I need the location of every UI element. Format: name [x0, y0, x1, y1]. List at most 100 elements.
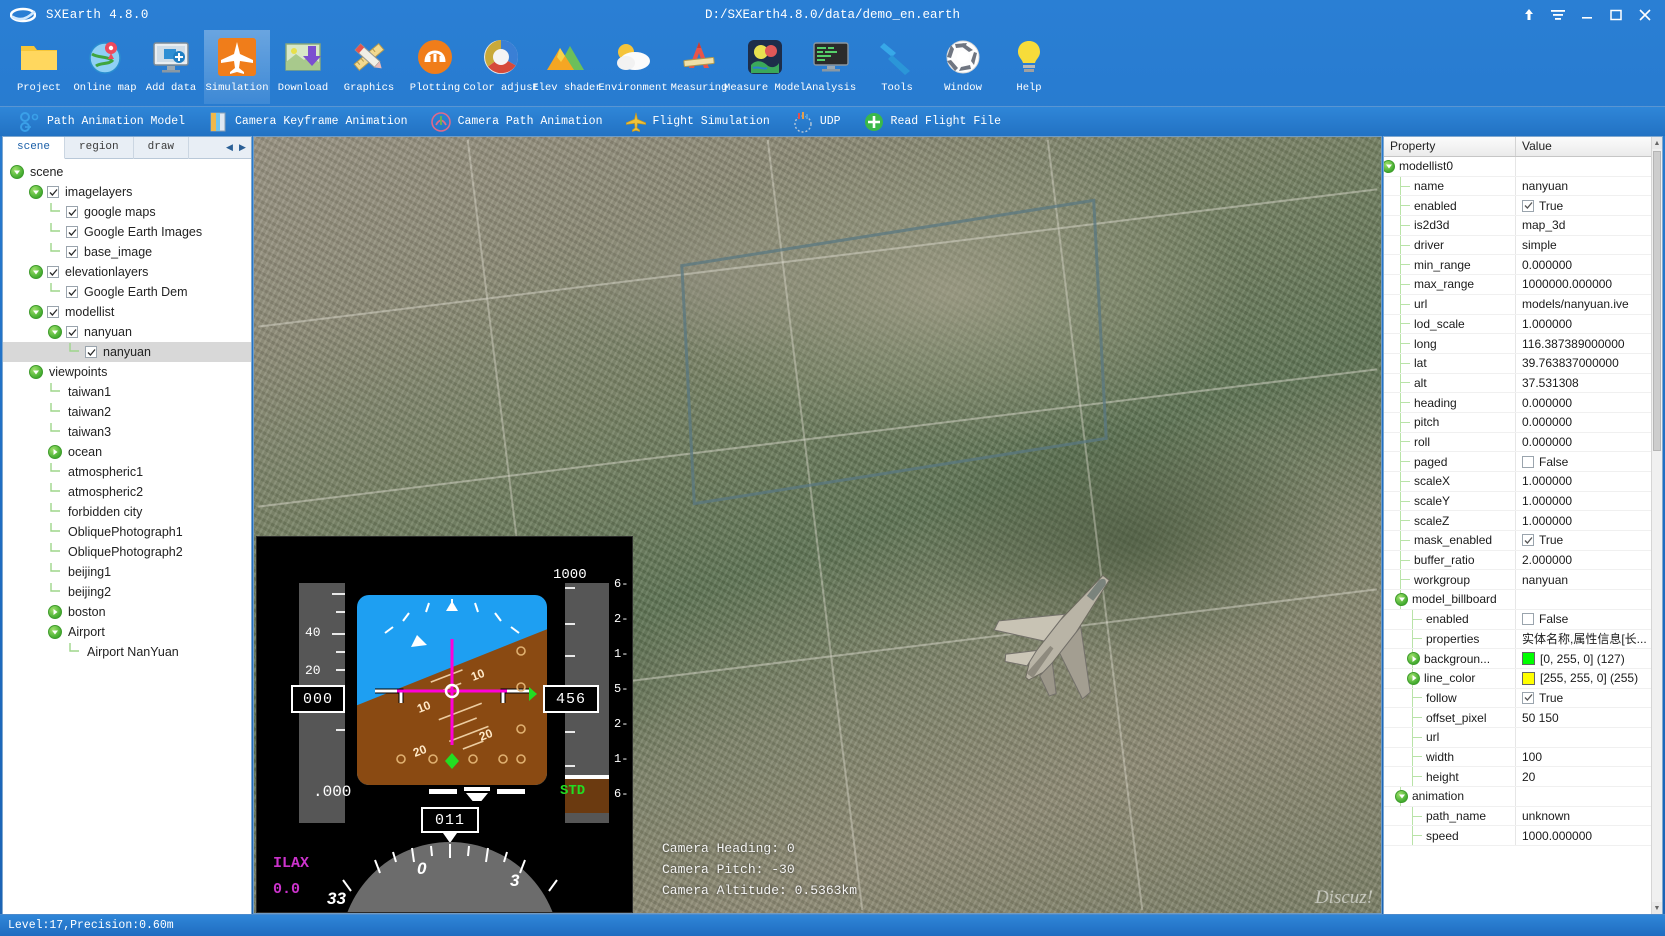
property-value-cell[interactable]: 0.000000	[1516, 396, 1662, 410]
tree-checkbox[interactable]	[66, 326, 78, 338]
property-value-cell[interactable]: 1.000000	[1516, 317, 1662, 331]
scrollbar-thumb[interactable]	[1653, 151, 1661, 451]
ribbon-item-environment[interactable]: Environment	[598, 30, 668, 104]
property-value-cell[interactable]: nanyuan	[1516, 573, 1662, 587]
property-row[interactable]: heading 0.000000	[1384, 393, 1662, 413]
menu-icon[interactable]	[1550, 7, 1566, 23]
property-checkbox[interactable]	[1522, 199, 1534, 212]
tree-twisty-open-icon[interactable]	[29, 265, 43, 279]
tree-item[interactable]: scene	[3, 162, 251, 182]
property-value-cell[interactable]: models/nanyuan.ive	[1516, 297, 1662, 311]
scene-tree[interactable]: scene imagelayers google maps Google Earth …	[3, 159, 251, 914]
property-twisty-closed-icon[interactable]	[1407, 671, 1420, 685]
property-row[interactable]: scaleZ 1.000000	[1384, 511, 1662, 532]
tree-item[interactable]: ocean	[3, 442, 251, 462]
property-value-cell[interactable]: 1000.000000	[1516, 829, 1662, 843]
tree-item[interactable]: elevationlayers	[3, 262, 251, 282]
property-row[interactable]: mask_enabled True	[1384, 531, 1662, 551]
ribbon-item-add-data[interactable]: Add data	[138, 30, 204, 104]
property-row[interactable]: pitch 0.000000	[1384, 412, 1662, 433]
property-value-cell[interactable]: map_3d	[1516, 218, 1662, 232]
tree-checkbox[interactable]	[47, 266, 59, 278]
ribbon-item-simulation[interactable]: Simulation	[204, 30, 270, 104]
property-row[interactable]: scaleY 1.000000	[1384, 491, 1662, 512]
tree-item[interactable]: forbidden city	[3, 502, 251, 522]
tree-checkbox[interactable]	[85, 346, 97, 358]
tree-item[interactable]: taiwan1	[3, 382, 251, 402]
ribbon-item-download[interactable]: Download	[270, 30, 336, 104]
tree-item[interactable]: Airport	[3, 622, 251, 642]
tree-checkbox[interactable]	[66, 246, 78, 258]
tree-item[interactable]: base_image	[3, 242, 251, 262]
property-twisty-open-icon[interactable]	[1395, 789, 1408, 803]
tree-checkbox[interactable]	[47, 306, 59, 318]
tree-checkbox[interactable]	[47, 186, 59, 198]
tree-checkbox[interactable]	[66, 286, 78, 298]
tree-item[interactable]: google maps	[3, 202, 251, 222]
ribbon-item-measuring[interactable]: Measuring	[666, 30, 732, 104]
tree-item[interactable]: beijing1	[3, 562, 251, 582]
tree-item[interactable]: ObliquePhotograph2	[3, 542, 251, 562]
property-row[interactable]: backgroun... [0, 255, 0] (127)	[1384, 649, 1662, 669]
tree-item[interactable]: ObliquePhotograph1	[3, 522, 251, 542]
ribbon-item-measure-model[interactable]: Measure Model	[724, 30, 806, 104]
property-value-cell[interactable]: 100	[1516, 750, 1662, 764]
property-row[interactable]: workgroup nanyuan	[1384, 570, 1662, 591]
tree-item[interactable]: nanyuan	[3, 342, 251, 362]
tree-item[interactable]: modellist	[3, 302, 251, 322]
property-twisty-closed-icon[interactable]	[1407, 652, 1420, 666]
property-row[interactable]: roll 0.000000	[1384, 432, 1662, 453]
tree-twisty-open-icon[interactable]	[29, 305, 43, 319]
property-row[interactable]: enabled True	[1384, 196, 1662, 217]
property-value-cell[interactable]: 0.000000	[1516, 435, 1662, 449]
tab-scene[interactable]: scene	[3, 137, 66, 159]
property-checkbox[interactable]	[1522, 455, 1534, 468]
tree-twisty-open-icon[interactable]	[48, 325, 62, 339]
ribbon-item-online-map[interactable]: Online map	[72, 30, 138, 104]
subbar-item-camera-keyframe-animation[interactable]: Camera Keyframe Animation	[196, 108, 419, 136]
ribbon-item-analysis[interactable]: Analysis	[798, 30, 864, 104]
property-twisty-open-icon[interactable]	[1384, 159, 1395, 173]
color-swatch[interactable]	[1522, 671, 1535, 685]
property-value-cell[interactable]: False	[1516, 455, 1662, 469]
property-value-cell[interactable]: 20	[1516, 770, 1662, 784]
pin-icon[interactable]	[1521, 7, 1537, 23]
subbar-item-read-flight-file[interactable]: Read Flight File	[852, 108, 1012, 136]
property-row[interactable]: min_range 0.000000	[1384, 255, 1662, 276]
property-row[interactable]: speed 1000.000000	[1384, 826, 1662, 847]
property-value-cell[interactable]: True	[1516, 691, 1662, 705]
tree-checkbox[interactable]	[66, 206, 78, 218]
subbar-item-camera-path-animation[interactable]: Camera Path Animation	[419, 108, 614, 136]
property-value-cell[interactable]: 37.531308	[1516, 376, 1662, 390]
tab-draw[interactable]: draw	[134, 137, 190, 159]
tree-item[interactable]: boston	[3, 602, 251, 622]
ribbon-item-plotting[interactable]: Plotting	[402, 30, 468, 104]
property-row[interactable]: alt 37.531308	[1384, 373, 1662, 394]
tree-twisty-open-icon[interactable]	[10, 165, 24, 179]
ribbon-item-window[interactable]: Window	[930, 30, 996, 104]
property-row[interactable]: paged False	[1384, 452, 1662, 472]
property-row[interactable]: scaleX 1.000000	[1384, 472, 1662, 492]
scroll-down-icon[interactable]: ▼	[1652, 902, 1662, 914]
property-value-cell[interactable]: 50 150	[1516, 711, 1662, 725]
tree-item[interactable]: Airport NanYuan	[3, 642, 251, 662]
property-value-cell[interactable]: False	[1516, 612, 1662, 626]
property-checkbox[interactable]	[1522, 534, 1534, 547]
property-row[interactable]: url	[1384, 727, 1662, 748]
tree-twisty-open-icon[interactable]	[48, 625, 62, 639]
tree-twisty-closed-icon[interactable]	[48, 445, 62, 459]
property-value-cell[interactable]: 39.763837000000	[1516, 356, 1662, 370]
tree-item[interactable]: viewpoints	[3, 362, 251, 382]
property-value-cell[interactable]: nanyuan	[1516, 179, 1662, 193]
property-row[interactable]: name nanyuan	[1384, 176, 1662, 197]
property-value-cell[interactable]: 实体名称,属性信息[长...	[1516, 630, 1662, 647]
property-value-cell[interactable]: simple	[1516, 238, 1662, 252]
tree-item[interactable]: taiwan2	[3, 402, 251, 422]
property-row[interactable]: path_name unknown	[1384, 806, 1662, 827]
property-row[interactable]: height 20	[1384, 767, 1662, 787]
property-value-cell[interactable]: 1000000.000000	[1516, 277, 1662, 291]
property-row[interactable]: long 116.387389000000	[1384, 334, 1662, 354]
ribbon-item-elev-shader[interactable]: Elev shader	[532, 30, 602, 104]
property-value-cell[interactable]: [255, 255, 0] (255)	[1516, 671, 1662, 685]
tree-item[interactable]: imagelayers	[3, 182, 251, 202]
